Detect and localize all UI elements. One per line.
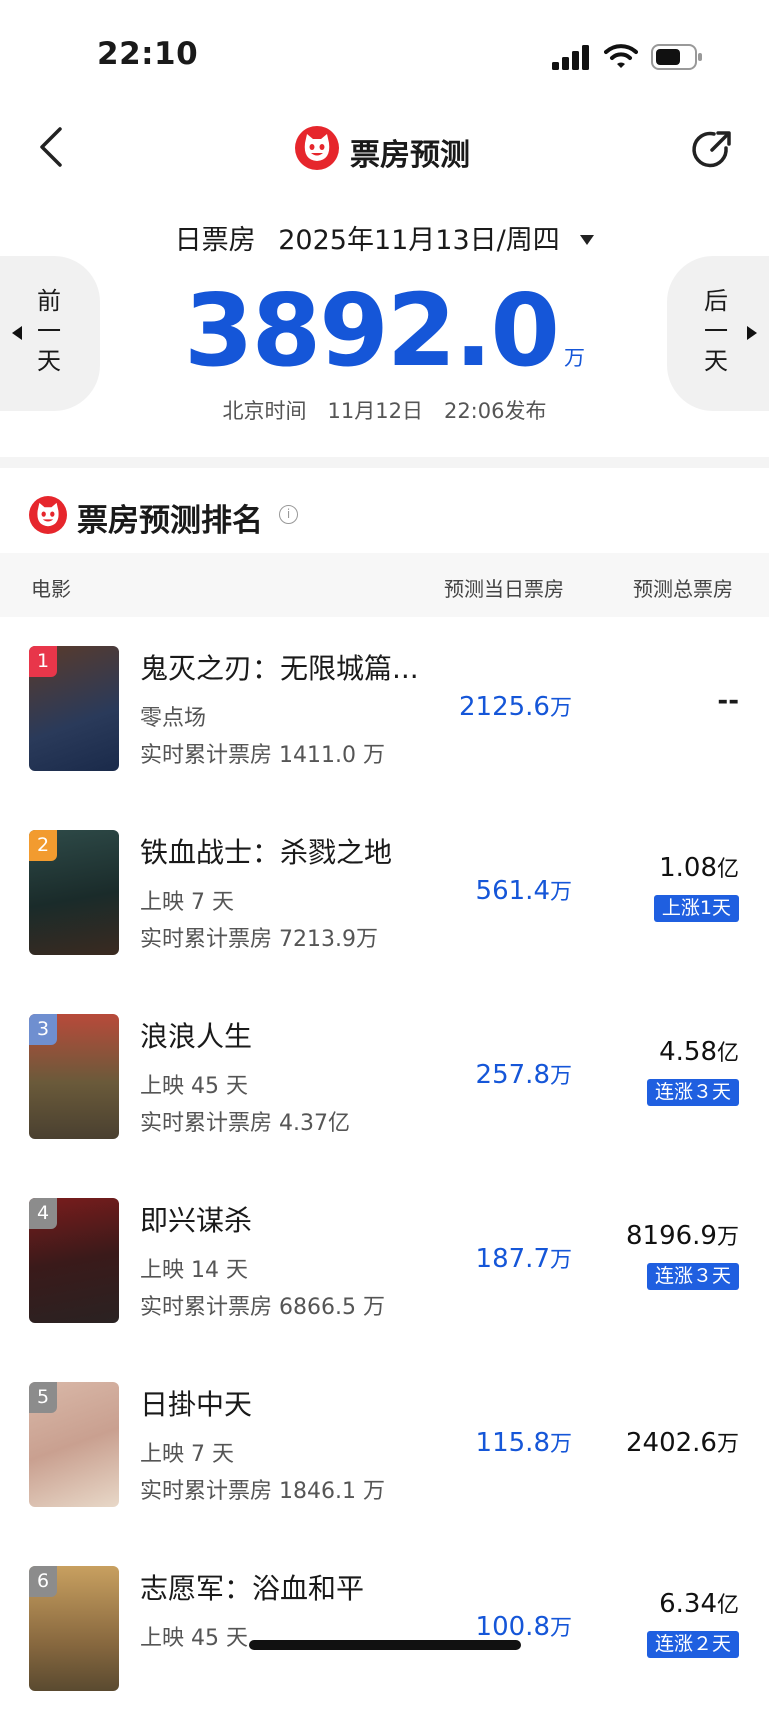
- daily-unit: 万: [549, 1616, 572, 1641]
- daily-unit: 万: [549, 880, 572, 905]
- rank-badge: 3: [29, 1014, 57, 1045]
- movie-status: 上映 45 天: [140, 1074, 248, 1099]
- movie-title: 浪浪人生: [140, 1020, 253, 1053]
- movie-status: 零点场: [140, 706, 207, 731]
- info-icon[interactable]: i: [279, 505, 298, 524]
- total-forecast: --: [717, 686, 739, 716]
- cumulative-box-office: 实时累计票房 6866.5 万: [140, 1295, 385, 1320]
- movie-title: 铁血战士：杀戮之地: [140, 836, 393, 869]
- total-value: 8196.9: [626, 1221, 717, 1251]
- table-row[interactable]: 3 浪浪人生 上映 45 天 实时累计票房 4.37亿 257.8万 4.58亿…: [0, 985, 769, 1169]
- rank-badge: 1: [29, 646, 57, 677]
- cumulative-box-office: 实时累计票房 4.37亿: [140, 1111, 350, 1136]
- caret-down-icon: [580, 235, 595, 245]
- total-value: 4.58: [659, 1037, 717, 1067]
- total-unit: 万: [716, 1432, 739, 1457]
- maoyan-cat-logo-icon: [29, 496, 67, 534]
- daily-value: 187.7: [475, 1244, 550, 1274]
- daily-value: 561.4: [475, 876, 550, 906]
- rank-badge: 6: [29, 1566, 57, 1597]
- rank-badge: 4: [29, 1198, 57, 1229]
- forecast-total: 3892.0 万: [0, 276, 769, 413]
- movie-title: 鬼灭之刃：无限城篇...: [140, 652, 419, 685]
- total-forecast: 8196.9万: [626, 1219, 739, 1251]
- status-time: 22:10: [97, 36, 199, 72]
- forecast-value: 3892.0: [184, 272, 560, 389]
- total-forecast: 2402.6万: [626, 1426, 739, 1458]
- page-title: 票房预测: [350, 138, 470, 173]
- trend-badge: 连涨２天: [646, 1631, 739, 1658]
- total-forecast: 4.58亿: [659, 1035, 739, 1067]
- signal-strength-icon: [552, 44, 592, 70]
- total-value: 1.08: [659, 853, 717, 883]
- daily-value: 100.8: [475, 1612, 550, 1642]
- daily-unit: 万: [549, 1248, 572, 1273]
- daily-forecast: 187.7万: [476, 1242, 572, 1274]
- daily-forecast: 100.8万: [476, 1610, 572, 1642]
- movie-status: 上映 14 天: [140, 1258, 248, 1283]
- movie-status: 上映 7 天: [140, 890, 234, 915]
- forecast-unit: 万: [563, 346, 585, 370]
- total-forecast: 6.34亿: [659, 1587, 739, 1619]
- movie-title: 日掛中天: [140, 1388, 253, 1421]
- table-row[interactable]: 4 即兴谋杀 上映 14 天 实时累计票房 6866.5 万 187.7万 81…: [0, 1169, 769, 1353]
- total-unit: 亿: [716, 1041, 739, 1066]
- share-icon[interactable]: [690, 128, 734, 172]
- movie-title: 志愿军：浴血和平: [140, 1572, 365, 1605]
- cumulative-box-office: 实时累计票房 7213.9万: [140, 927, 378, 952]
- ranking-title: 票房预测排名: [77, 503, 263, 539]
- trend-badge: 上涨1天: [653, 895, 739, 922]
- cumulative-box-office: 实时累计票房 1411.0 万: [140, 743, 385, 768]
- chevron-left-icon[interactable]: [36, 126, 68, 168]
- daily-value: 2125.6: [459, 692, 550, 722]
- trend-badge: 连涨３天: [646, 1263, 739, 1290]
- total-value: 6.34: [659, 1589, 717, 1619]
- daily-forecast: 2125.6万: [459, 690, 572, 722]
- daily-unit: 万: [549, 1432, 572, 1457]
- total-unit: 亿: [716, 857, 739, 882]
- total-unit: 亿: [716, 1593, 739, 1618]
- daily-unit: 万: [549, 696, 572, 721]
- daily-unit: 万: [549, 1064, 572, 1089]
- maoyan-cat-logo-icon: [295, 126, 339, 170]
- box-office-type-label: 日票房: [174, 225, 256, 256]
- rank-badge: 2: [29, 830, 57, 861]
- selected-date: 2025年11月13日/周四: [278, 225, 560, 256]
- daily-value: 257.8: [475, 1060, 550, 1090]
- trend-badge: 连涨３天: [646, 1079, 739, 1106]
- daily-forecast: 257.8万: [476, 1058, 572, 1090]
- daily-forecast: 115.8万: [476, 1426, 572, 1458]
- table-row[interactable]: 6 志愿军：浴血和平 上映 45 天 100.8万 6.34亿 连涨２天: [0, 1537, 769, 1721]
- total-forecast: 1.08亿: [659, 851, 739, 883]
- cumulative-box-office: 实时累计票房 1846.1 万: [140, 1479, 385, 1504]
- movie-status: 上映 7 天: [140, 1442, 234, 1467]
- table-row[interactable]: 5 日掛中天 上映 7 天 实时累计票房 1846.1 万 115.8万 240…: [0, 1353, 769, 1537]
- table-row[interactable]: 1 鬼灭之刃：无限城篇... 零点场 实时累计票房 1411.0 万 2125.…: [0, 617, 769, 801]
- column-header-movie: 电影: [31, 577, 71, 601]
- rank-badge: 5: [29, 1382, 57, 1413]
- publish-time: 北京时间 11月12日 22:06发布: [222, 399, 547, 423]
- table-row[interactable]: 2 铁血战士：杀戮之地 上映 7 天 实时累计票房 7213.9万 561.4万…: [0, 801, 769, 985]
- daily-forecast: 561.4万: [476, 874, 572, 906]
- column-header-daily: 预测当日票房: [444, 577, 564, 601]
- battery-icon: [651, 44, 702, 70]
- section-divider: [0, 457, 769, 468]
- movie-title: 即兴谋杀: [140, 1204, 253, 1237]
- date-selector[interactable]: 日票房 2025年11月13日/周四: [0, 218, 769, 257]
- total-value: 2402.6: [626, 1428, 717, 1458]
- column-header-total: 预测总票房: [633, 577, 733, 601]
- home-indicator[interactable]: [249, 1640, 521, 1650]
- daily-value: 115.8: [475, 1428, 550, 1458]
- total-unit: 万: [716, 1225, 739, 1250]
- movie-status: 上映 45 天: [140, 1626, 248, 1651]
- wifi-icon: [604, 44, 638, 68]
